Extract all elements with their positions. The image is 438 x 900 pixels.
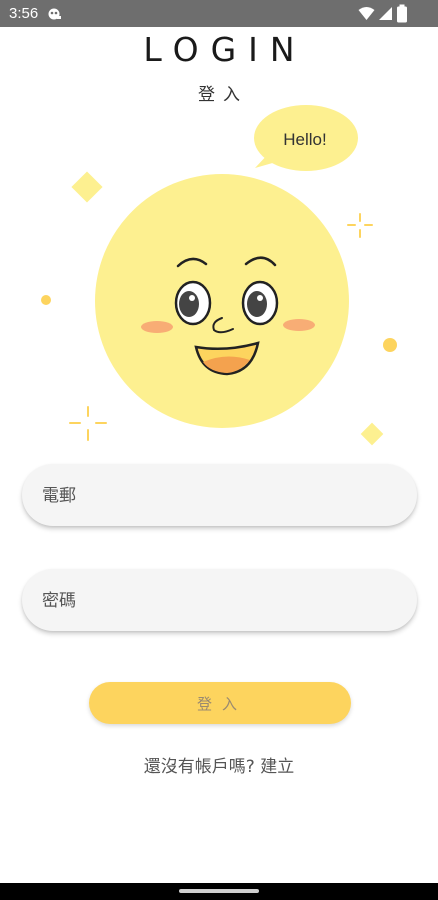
- battery-icon: [397, 4, 407, 23]
- email-input[interactable]: [40, 464, 404, 528]
- signal-icon: [379, 7, 392, 20]
- register-prompt: 還沒有帳戶嗎?: [143, 757, 255, 777]
- home-gesture-handle[interactable]: [179, 889, 259, 893]
- login-button[interactable]: 登入: [89, 682, 351, 724]
- speech-bubble: Hello!: [254, 105, 358, 171]
- create-account-link[interactable]: 建立: [260, 757, 294, 777]
- face-circle: [95, 174, 349, 428]
- notification-icon: [48, 8, 61, 20]
- dot-decoration-icon: [41, 295, 51, 305]
- page-title: LOGIN: [143, 30, 307, 69]
- sparkle-icon: [347, 213, 373, 238]
- status-time: 3:56: [9, 5, 39, 22]
- navigation-bar: [0, 883, 438, 900]
- status-bar: 3:56: [0, 0, 438, 27]
- password-field[interactable]: [22, 569, 417, 633]
- smiley-illustration: Hello!: [41, 105, 397, 446]
- dot-decoration-icon: [383, 338, 397, 352]
- email-field[interactable]: [22, 464, 417, 528]
- wifi-icon: [358, 7, 375, 20]
- password-input[interactable]: [40, 569, 404, 633]
- sparkle-icon: [69, 406, 107, 441]
- diamond-decoration-icon: [71, 171, 103, 203]
- speech-bubble-text: Hello!: [283, 130, 326, 149]
- register-row: 還沒有帳戶嗎? 建立: [0, 752, 438, 777]
- diamond-decoration-icon: [360, 422, 384, 446]
